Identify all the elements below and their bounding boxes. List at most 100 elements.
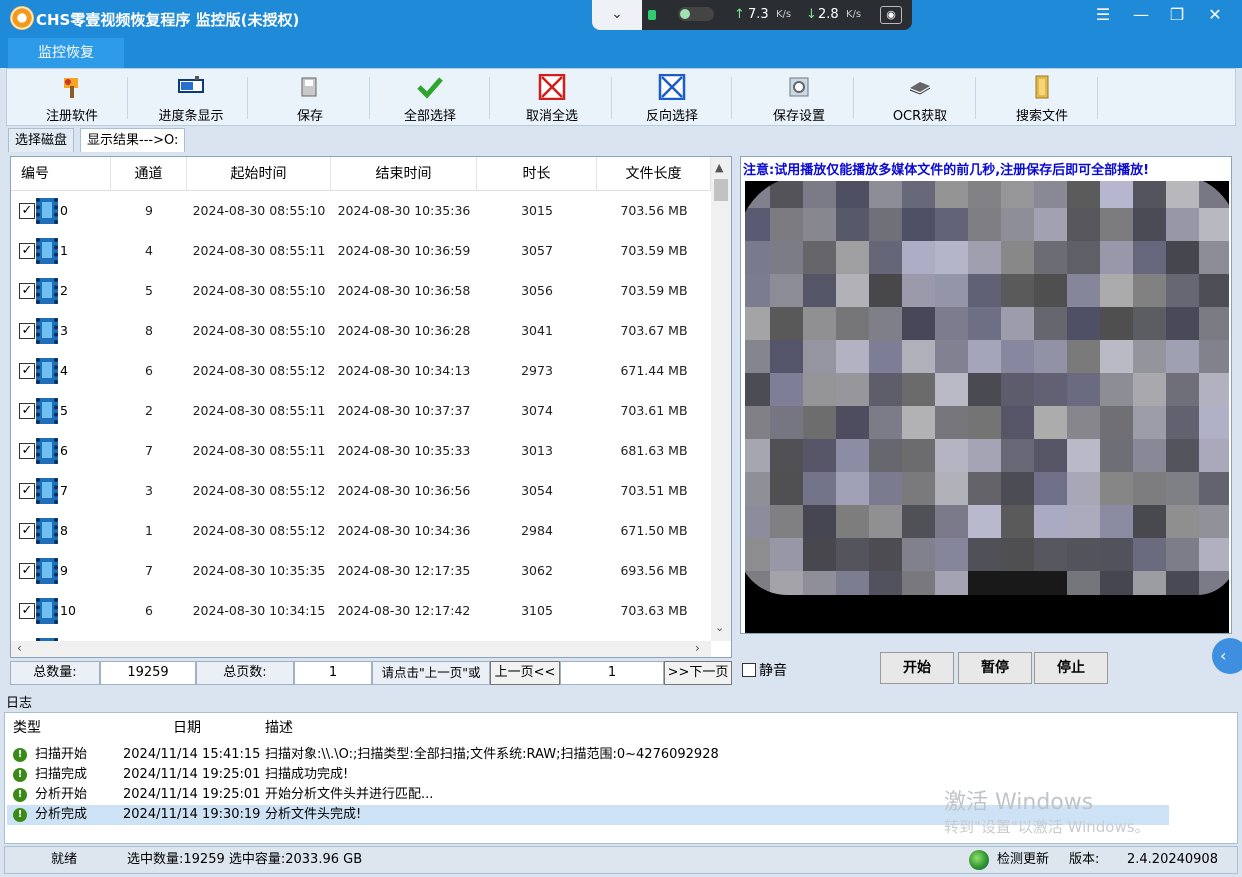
row-checkbox[interactable]: ✓ xyxy=(19,323,35,339)
current-page-input[interactable]: 1 xyxy=(560,661,664,685)
scroll-down-icon[interactable]: ⌄ xyxy=(715,621,724,634)
check-update-button[interactable]: 检测更新 xyxy=(997,847,1049,873)
mosaic-tile xyxy=(1001,538,1034,571)
progress-display-button[interactable]: 进度条显示 xyxy=(149,71,233,125)
cell-duration: 3015 xyxy=(521,203,553,218)
mosaic-tile xyxy=(935,472,968,505)
row-checkbox[interactable]: ✓ xyxy=(19,403,35,419)
scroll-left-icon[interactable]: ‹ xyxy=(17,641,22,655)
tab-show-results[interactable]: 显示结果--->O: xyxy=(80,128,186,152)
invert-selection-button[interactable]: 反向选择 xyxy=(635,71,709,125)
mosaic-tile xyxy=(1100,373,1133,406)
log-type: 扫描完成 xyxy=(35,767,88,782)
mosaic-tile xyxy=(803,538,836,571)
column-header-duration[interactable]: 时长 xyxy=(477,157,597,191)
cell-start: 2024-08-30 08:55:10 xyxy=(192,323,326,338)
table-row[interactable]: ✓ 3 8 2024-08-30 08:55:10 2024-08-30 10:36:2… xyxy=(11,311,711,351)
stop-button[interactable]: 停止 xyxy=(1034,652,1108,684)
table-row[interactable]: ✓ 7 3 2024-08-30 08:55:12 2024-08-30 10:36:5… xyxy=(11,471,711,511)
select-all-button[interactable]: 全部选择 xyxy=(395,71,465,125)
row-checkbox[interactable]: ✓ xyxy=(19,563,35,579)
table-row[interactable]: ✓ 8 1 2024-08-30 08:55:12 2024-08-30 10:34:3… xyxy=(11,511,711,551)
mute-checkbox[interactable]: 静音 xyxy=(742,660,787,680)
mosaic-tile xyxy=(1133,439,1166,472)
horizontal-scrollbar[interactable]: ‹ › xyxy=(11,641,711,657)
ocr-button[interactable]: OCR获取 xyxy=(881,71,959,125)
pager-hint: 请点击"上一页"或 xyxy=(372,661,490,685)
table-row[interactable]: ✓ 4 6 2024-08-30 08:55:12 2024-08-30 10:34:1… xyxy=(11,351,711,391)
row-checkbox[interactable]: ✓ xyxy=(19,603,35,619)
deselect-all-icon xyxy=(538,74,566,100)
row-checkbox[interactable]: ✓ xyxy=(19,363,35,379)
menu-icon[interactable]: ☰ xyxy=(1090,4,1116,28)
tab-select-disk[interactable]: 选择磁盘 xyxy=(8,128,75,152)
row-id: 3 xyxy=(60,323,68,338)
log-row[interactable]: ! 扫描完成 2024/11/14 19:25:01 扫描成功完成! xyxy=(7,765,1169,785)
deselect-all-button[interactable]: 取消全选 xyxy=(515,71,589,125)
mosaic-tile xyxy=(869,181,902,208)
scroll-up-icon[interactable]: ▲ xyxy=(715,161,723,174)
column-header-end-time[interactable]: 结束时间 xyxy=(331,157,477,191)
cell-channel: 6 xyxy=(145,363,153,378)
cell-channel: 9 xyxy=(145,203,153,218)
prev-page-button[interactable]: 上一页<< xyxy=(490,661,560,685)
search-file-button[interactable]: 搜索文件 xyxy=(1003,71,1081,125)
minimize-icon[interactable]: — xyxy=(1128,4,1154,28)
row-checkbox[interactable]: ✓ xyxy=(19,483,35,499)
pause-button[interactable]: 暂停 xyxy=(958,652,1032,684)
download-arrow-icon: ↓ xyxy=(806,7,817,22)
video-frame[interactable] xyxy=(745,181,1229,633)
column-header-channel[interactable]: 通道 xyxy=(111,157,187,191)
video-preview-panel: 注意:试用播放仅能播放多媒体文件的前几秒,注册保存后即可全部播放! xyxy=(740,156,1232,634)
save-settings-button[interactable]: 保存设置 xyxy=(759,71,839,125)
camera-icon[interactable]: ◉ xyxy=(880,6,902,24)
row-checkbox[interactable]: ✓ xyxy=(19,243,35,259)
table-row[interactable]: ✓ 1 4 2024-08-30 08:55:11 2024-08-30 10:36:5… xyxy=(11,231,711,271)
row-checkbox[interactable]: ✓ xyxy=(19,443,35,459)
row-checkbox[interactable]: ✓ xyxy=(19,523,35,539)
video-file-icon xyxy=(36,318,58,344)
table-row[interactable]: ✓ 0 9 2024-08-30 08:55:10 2024-08-30 10:35:3… xyxy=(11,191,711,231)
column-header-start-time[interactable]: 起始时间 xyxy=(187,157,331,191)
save-settings-icon xyxy=(789,77,809,97)
row-checkbox[interactable]: ✓ xyxy=(19,203,35,219)
chevron-left-icon[interactable]: ‹ xyxy=(1212,638,1242,674)
table-row[interactable]: ✓ 6 7 2024-08-30 08:55:11 2024-08-30 10:35:3… xyxy=(11,431,711,471)
table-row[interactable]: ✓ 2 5 2024-08-30 08:55:10 2024-08-30 10:36:5… xyxy=(11,271,711,311)
mosaic-tile xyxy=(1199,274,1229,307)
mosaic-tile xyxy=(935,439,968,472)
tab-monitor-recovery[interactable]: 监控恢复 xyxy=(8,38,124,68)
row-checkbox[interactable]: ✓ xyxy=(19,283,35,299)
mosaic-tile xyxy=(1001,274,1034,307)
mosaic-tile xyxy=(1034,505,1067,538)
table-row[interactable]: ✓ 5 2 2024-08-30 08:55:11 2024-08-30 10:37:3… xyxy=(11,391,711,431)
status-ready: 就绪 xyxy=(51,852,78,867)
ocr-icon xyxy=(909,82,931,95)
chevron-down-icon[interactable]: ⌄ xyxy=(592,0,642,30)
table-row[interactable]: ✓ 9 7 2024-08-30 10:35:35 2024-08-30 12:17:3… xyxy=(11,551,711,591)
scroll-right-icon[interactable]: › xyxy=(695,641,700,655)
mosaic-tile xyxy=(1199,373,1229,406)
log-row[interactable]: ! 扫描开始 2024/11/14 15:41:15 扫描对象:\\.\O:;扫描类型… xyxy=(7,745,1169,765)
play-button[interactable]: 开始 xyxy=(880,652,954,684)
cell-size: 681.63 MB xyxy=(620,443,688,458)
next-page-button[interactable]: >>下一页 xyxy=(664,661,732,685)
save-button[interactable]: 保存 xyxy=(275,71,345,125)
cell-size: 703.61 MB xyxy=(620,403,688,418)
mosaic-tile xyxy=(1166,505,1199,538)
mosaic-tile xyxy=(1067,571,1100,595)
scroll-thumb[interactable] xyxy=(714,179,728,201)
column-header-file-size[interactable]: 文件长度 xyxy=(597,157,711,191)
column-header-id[interactable]: 编号 xyxy=(11,157,111,191)
player-controls: 静音 开始 暂停 停止 xyxy=(740,652,1232,686)
register-button[interactable]: 注册软件 xyxy=(37,71,107,125)
table-row[interactable] xyxy=(11,631,711,641)
vertical-scrollbar[interactable]: ▲ ⌄ xyxy=(711,157,731,641)
maximize-icon[interactable]: ❐ xyxy=(1164,4,1190,28)
table-row[interactable]: ✓ 10 6 2024-08-30 10:34:15 2024-08-30 12:17:… xyxy=(11,591,711,631)
mosaic-tile xyxy=(1034,241,1067,274)
cell-end: 2024-08-30 10:34:36 xyxy=(337,523,471,538)
toggle-icon[interactable] xyxy=(678,7,714,21)
toolbar-divider xyxy=(975,77,976,119)
close-icon[interactable]: ✕ xyxy=(1202,4,1228,28)
